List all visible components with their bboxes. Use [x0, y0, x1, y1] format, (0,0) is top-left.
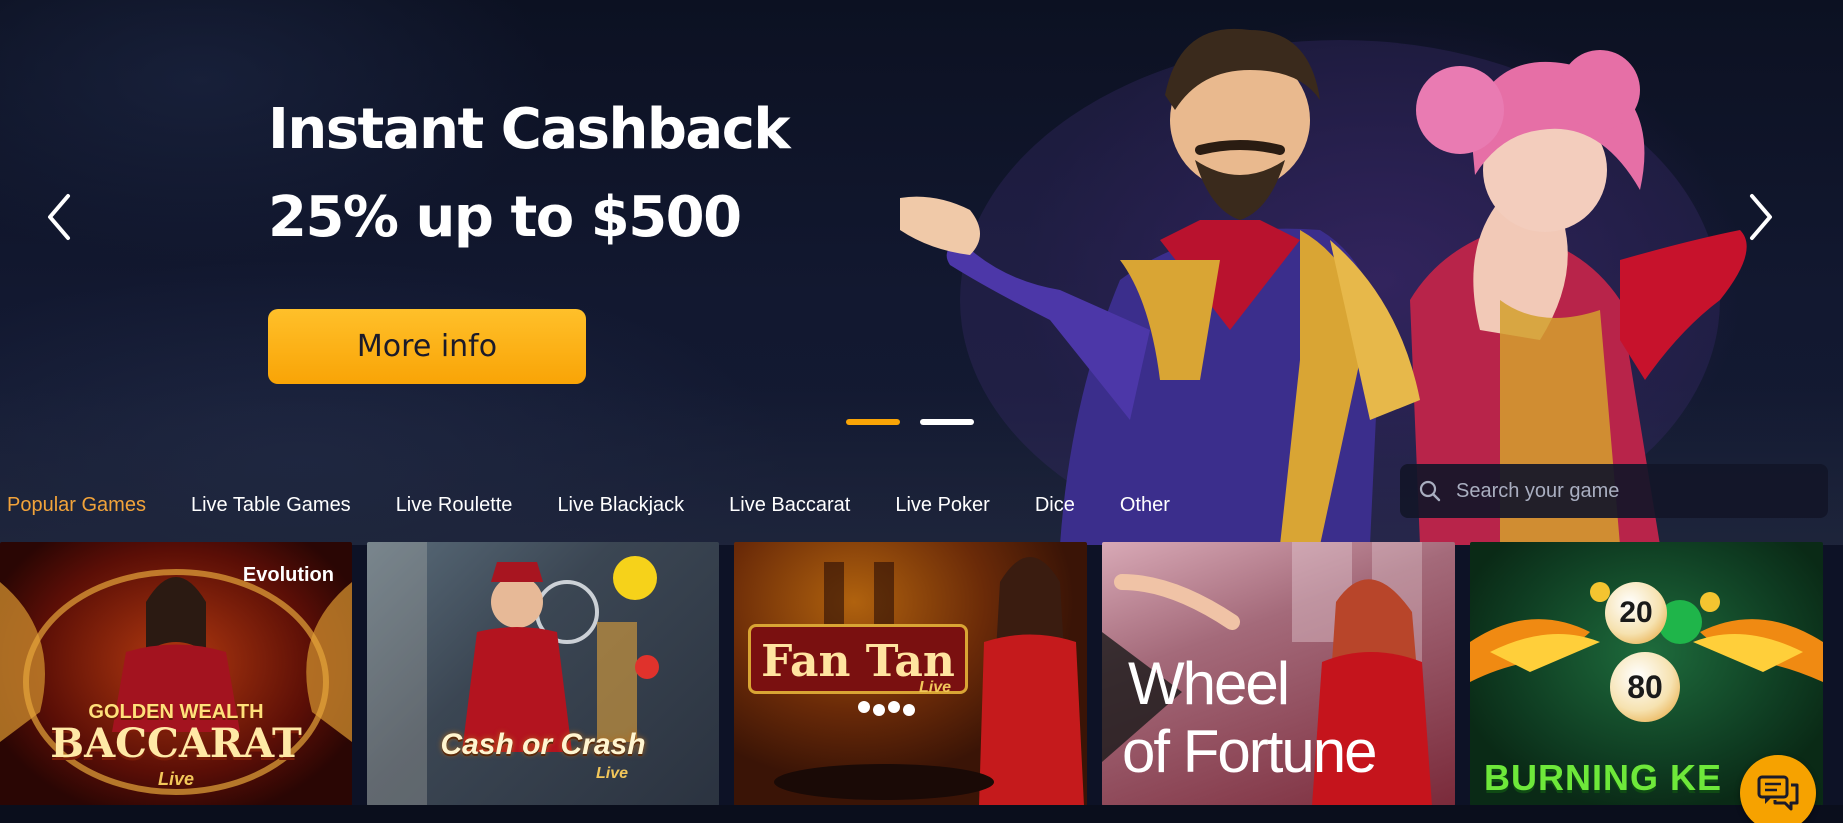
game-search-box [1400, 464, 1828, 518]
live-tag: Live [157, 769, 195, 789]
tab-live-blackjack[interactable]: Live Blackjack [557, 494, 684, 517]
tab-popular-games[interactable]: Popular Games [7, 494, 146, 517]
tab-live-roulette[interactable]: Live Roulette [396, 494, 513, 517]
tab-live-table-games[interactable]: Live Table Games [191, 494, 351, 517]
live-chat-button[interactable] [1740, 755, 1816, 823]
game-title-line2: BACCARAT [50, 720, 302, 767]
tab-dice[interactable]: Dice [1035, 494, 1075, 517]
more-info-button[interactable]: More info [268, 309, 586, 384]
carousel-prev-button[interactable] [36, 182, 82, 252]
keno-ball-20: 20 [1605, 582, 1667, 644]
game-thumbnail [367, 542, 659, 806]
banner-headline-line2: 25% up to $500 [268, 185, 742, 250]
banner-headline: Instant Cashback 25% up to $500 [268, 86, 908, 262]
live-tag: Live [918, 679, 951, 696]
game-card-golden-wealth-baccarat[interactable]: Evolution GOLDEN WEALTH BACCARAT Live [0, 542, 352, 806]
tab-live-poker[interactable]: Live Poker [895, 494, 990, 517]
tab-other[interactable]: Other [1120, 494, 1170, 517]
chevron-left-icon [48, 194, 70, 240]
carousel-dot-2[interactable] [920, 419, 974, 425]
carousel-indicators [846, 419, 974, 425]
game-title-line1: GOLDEN WEALTH [88, 701, 264, 723]
game-title: Cash or Crash [440, 728, 646, 761]
keno-ball-80: 80 [1610, 652, 1680, 722]
game-title-line2: of Fortune [1122, 718, 1378, 785]
live-tag: Live [595, 765, 628, 782]
game-card-fan-tan[interactable]: Fan Tan Live [734, 542, 1087, 806]
game-title-line1: Wheel [1128, 650, 1290, 717]
search-input[interactable] [1456, 479, 1816, 503]
banner-headline-line1: Instant Cashback [268, 97, 791, 162]
chat-icon [1757, 775, 1799, 811]
game-card-cash-or-crash[interactable]: Cash or Crash Live [367, 542, 719, 806]
page-bottom-strip [0, 805, 1843, 823]
carousel-dot-1[interactable] [846, 419, 900, 425]
provider-evolution-label: Evolution [242, 564, 334, 586]
tab-live-baccarat[interactable]: Live Baccarat [729, 494, 850, 517]
carousel-next-button[interactable] [1738, 182, 1784, 252]
game-category-tabs: Popular Games Live Table Games Live Roul… [0, 485, 1215, 525]
search-icon [1419, 480, 1441, 502]
chevron-right-icon [1750, 194, 1772, 240]
game-grid: Evolution GOLDEN WEALTH BACCARAT Live Ca… [0, 542, 1843, 823]
game-card-wheel-of-fortune[interactable]: Wheel of Fortune [1102, 542, 1455, 806]
